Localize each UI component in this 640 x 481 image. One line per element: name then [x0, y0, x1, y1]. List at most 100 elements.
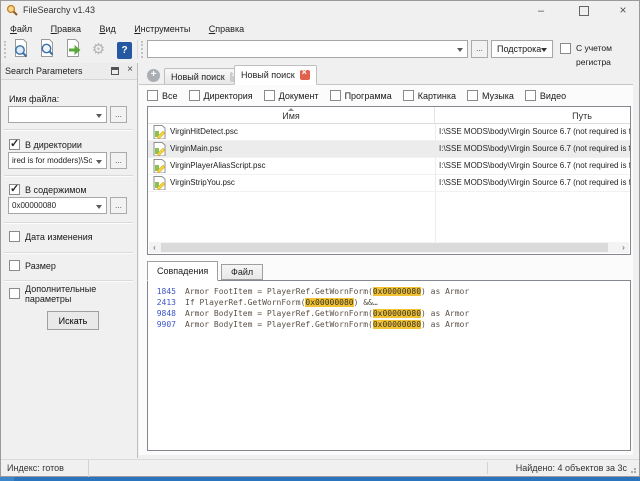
horizontal-scrollbar[interactable] — [149, 242, 629, 253]
query-browse-button[interactable]: ... — [471, 40, 488, 58]
resize-grip[interactable] — [630, 467, 636, 473]
file-row[interactable]: VirginMain.psc I:\SSE MODS\body\Virgin S… — [148, 141, 630, 158]
extra-params-checkbox[interactable] — [9, 288, 20, 299]
sidebar-close-icon[interactable] — [127, 64, 133, 75]
filename-combobox[interactable] — [8, 106, 107, 123]
new-search-button[interactable] — [9, 38, 32, 61]
file-name: VirginHitDetect.psc — [170, 124, 238, 140]
close-button[interactable] — [609, 1, 637, 19]
filter-directory[interactable]: Директория — [189, 90, 253, 101]
match-line[interactable]: 9848Armor BodyItem = PlayerRef.GetWornFo… — [154, 308, 630, 319]
filter-program[interactable]: Программа — [330, 90, 392, 101]
tab-page: Все Директория Документ Программа — [139, 85, 633, 455]
match-highlight: 0x00000080 — [373, 287, 421, 296]
column-path-label: Путь — [572, 111, 592, 121]
tab-new-search-2[interactable]: Новый поиск — [234, 65, 317, 85]
content-browse-button[interactable]: ... — [110, 197, 127, 214]
toolbar-grip[interactable] — [4, 41, 7, 58]
match-line[interactable]: 1845Armor FootItem = PlayerRef.GetWornFo… — [154, 286, 630, 297]
code-text: Armor FootItem = PlayerRef.GetWornForm( — [185, 287, 373, 296]
filter-checkbox[interactable] — [264, 90, 275, 101]
filter-checkbox[interactable] — [330, 90, 341, 101]
taskbar-strip[interactable] — [0, 477, 640, 481]
filter-video[interactable]: Видео — [525, 90, 566, 101]
file-path: I:\SSE MODS\body\Virgin Source 6.7 (not … — [439, 158, 630, 174]
search-bar-grip[interactable] — [141, 41, 144, 58]
match-mode-value: Подстрока — [497, 41, 541, 57]
file-name: VirginStripYou.psc — [170, 175, 235, 191]
psc-file-icon — [152, 159, 166, 173]
content-combobox[interactable]: 0x00000080 — [8, 197, 107, 214]
minimize-button[interactable] — [527, 1, 555, 19]
code-text: Armor BodyItem = PlayerRef.GetWornForm( — [185, 309, 373, 318]
sidebar-header[interactable]: Search Parameters — [1, 63, 137, 80]
chevron-down-icon[interactable] — [96, 160, 102, 164]
dock-icon[interactable] — [111, 67, 119, 75]
match-highlight: 0x00000080 — [373, 309, 421, 318]
scroll-right-icon[interactable] — [618, 242, 629, 253]
filter-label: Программа — [345, 91, 392, 101]
tab-file[interactable]: Файл — [221, 264, 263, 280]
filter-checkbox[interactable] — [403, 90, 414, 101]
in-content-label: В содержимом — [25, 185, 87, 195]
filter-checkbox[interactable] — [525, 90, 536, 101]
add-tab-button[interactable]: + — [147, 69, 160, 82]
directory-combobox[interactable]: ired is for modders)\Source — [8, 152, 107, 169]
file-row[interactable]: VirginHitDetect.psc I:\SSE MODS\body\Vir… — [148, 124, 630, 141]
filter-all[interactable]: Все — [147, 90, 178, 101]
file-row[interactable]: VirginStripYou.psc I:\SSE MODS\body\Virg… — [148, 175, 630, 192]
scrollbar-thumb[interactable] — [161, 243, 608, 252]
match-highlight: 0x00000080 — [305, 298, 353, 307]
filter-label: Все — [162, 91, 178, 101]
filter-music[interactable]: Музыка — [467, 90, 514, 101]
in-content-checkbox[interactable] — [9, 184, 20, 195]
filter-image[interactable]: Картинка — [403, 90, 456, 101]
chevron-down-icon[interactable] — [96, 205, 102, 209]
chevron-down-icon[interactable] — [457, 48, 463, 52]
search-query-combobox[interactable] — [147, 40, 468, 58]
match-line[interactable]: 9907Armor BodyItem = PlayerRef.GetWornFo… — [154, 319, 630, 330]
filter-document[interactable]: Документ — [264, 90, 319, 101]
column-header-name[interactable]: Имя — [148, 107, 435, 124]
found-status: Найдено: 4 объектов за 3с — [516, 460, 627, 476]
match-line[interactable]: 2413If PlayerRef.GetWornForm(0x00000080)… — [154, 297, 630, 308]
help-button[interactable]: ? — [113, 38, 136, 61]
filename-browse-button[interactable]: ... — [110, 106, 127, 123]
tab-close-icon[interactable] — [300, 70, 310, 80]
column-divider — [435, 124, 436, 242]
toolbar-separator — [137, 40, 138, 59]
search-button[interactable]: Искать — [47, 311, 99, 330]
filter-label: Музыка — [482, 91, 514, 101]
export-results-button[interactable] — [61, 38, 84, 61]
settings-button[interactable]: ⚙ — [87, 38, 110, 61]
case-sensitive-checkbox[interactable] — [560, 43, 571, 54]
titlebar: FileSearchy v1.43 — [1, 1, 639, 19]
column-header-path[interactable]: Путь — [435, 107, 640, 124]
match-mode-dropdown[interactable]: Подстрока — [491, 40, 553, 58]
main-area: + Новый поиск Новый поиск Все — [139, 63, 639, 458]
filter-checkbox[interactable] — [189, 90, 200, 101]
chevron-down-icon[interactable] — [96, 114, 102, 118]
tab-matches[interactable]: Совпадения — [147, 261, 218, 281]
size-checkbox[interactable] — [9, 260, 20, 271]
in-directory-checkbox[interactable] — [9, 139, 20, 150]
maximize-button[interactable] — [569, 1, 597, 19]
separator — [4, 280, 133, 282]
start-button-sliver[interactable] — [0, 477, 14, 481]
filter-checkbox[interactable] — [467, 90, 478, 101]
filter-label: Видео — [540, 91, 566, 101]
search-in-found-button[interactable] — [35, 38, 58, 61]
match-highlight: 0x00000080 — [373, 320, 421, 329]
list-header: Имя Путь — [148, 107, 630, 124]
scroll-left-icon[interactable] — [149, 242, 160, 253]
file-row[interactable]: VirginPlayerAliasScript.psc I:\SSE MODS\… — [148, 158, 630, 175]
new-search-icon — [11, 38, 31, 58]
code-text: Armor BodyItem = PlayerRef.GetWornForm( — [185, 320, 373, 329]
code-text: ) as Armor — [421, 320, 469, 329]
directory-browse-button[interactable]: ... — [110, 152, 127, 169]
date-modified-checkbox[interactable] — [9, 231, 20, 242]
filter-checkbox[interactable] — [147, 90, 158, 101]
filter-label: Директория — [204, 91, 253, 101]
date-modified-label: Дата изменения — [25, 232, 93, 242]
sort-asc-icon — [288, 108, 294, 111]
